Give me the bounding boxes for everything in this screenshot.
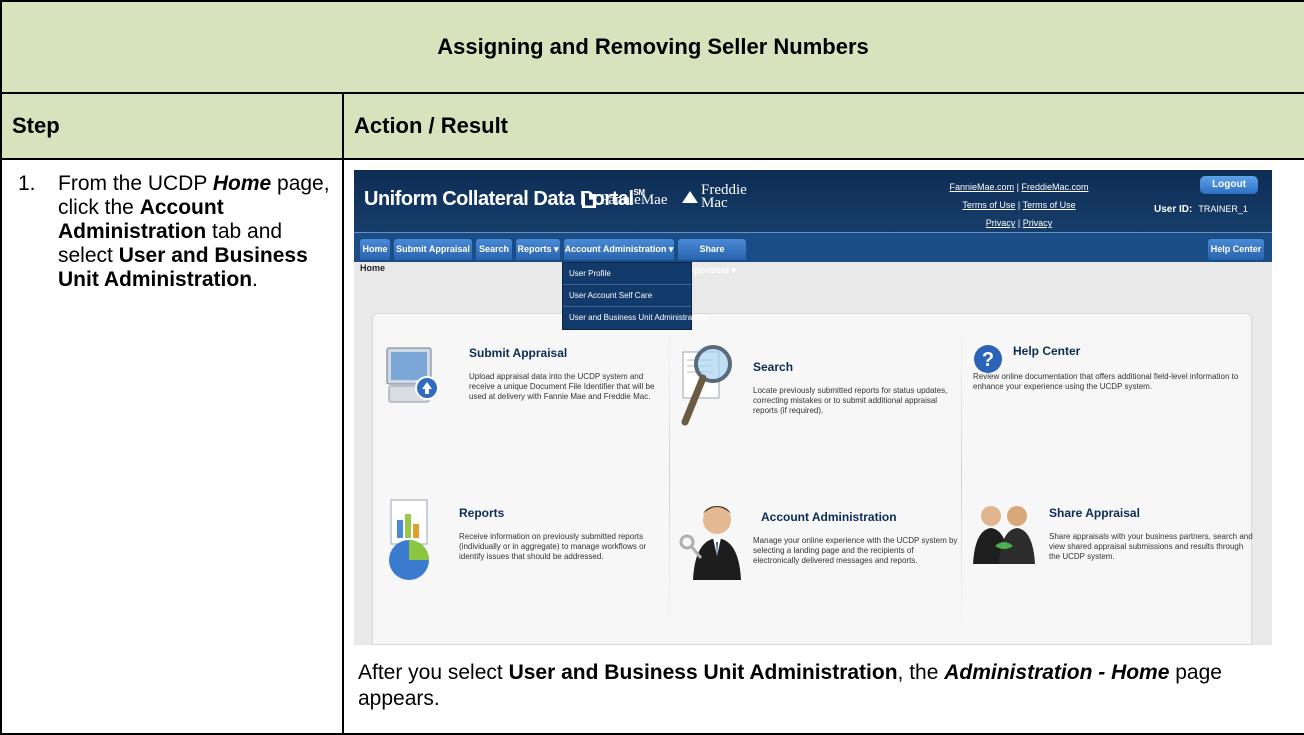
- menu-item-user-profile[interactable]: User Profile: [563, 263, 691, 285]
- card-submit-appraisal[interactable]: Submit Appraisal Upload appraisal data i…: [383, 342, 663, 422]
- step-cell: 1. From the UCDP Home page, click the Ac…: [0, 158, 344, 735]
- terms-link-freddie[interactable]: Terms of Use: [1023, 200, 1076, 210]
- tab-account-administration[interactable]: Account Administration ▾: [564, 239, 674, 260]
- step-instruction: From the UCDP Home page, click the Accou…: [58, 172, 330, 291]
- menu-item-user-account-self-care[interactable]: User Account Self Care: [563, 285, 691, 307]
- card-search[interactable]: Search Locate previously submitted repor…: [677, 342, 957, 432]
- card-help-center[interactable]: ? Help Center Review online documentatio…: [973, 342, 1253, 412]
- card-description: Share appraisals with your business part…: [1049, 532, 1253, 561]
- magnifying-glass-icon: [681, 345, 732, 426]
- tab-reports[interactable]: Reports ▾: [516, 239, 560, 260]
- tab-help-center[interactable]: Help Center: [1208, 239, 1264, 260]
- tab-submit-appraisal[interactable]: Submit Appraisal: [394, 239, 472, 260]
- card-title: Share Appraisal: [1049, 506, 1140, 520]
- card-description: Upload appraisal data into the UCDP syst…: [469, 372, 655, 401]
- action-cell: Uniform Collateral Data PortalSM ▙ Fannie…: [341, 158, 1304, 735]
- freddie-mac-logo: Freddie Mac: [682, 183, 747, 211]
- help-question-icon: ?: [974, 345, 1002, 373]
- terms-link-fannie[interactable]: Terms of Use: [962, 200, 1015, 210]
- fannie-mae-logo: ▙ FannieMae: [582, 192, 667, 209]
- menu-item-user-business-unit-admin[interactable]: User and Business Unit Administration: [563, 307, 705, 329]
- card-title: Reports: [459, 506, 505, 520]
- privacy-link-freddie[interactable]: Privacy: [1023, 218, 1053, 228]
- main-nav: Home Submit Appraisal Search Reports ▾ A…: [354, 232, 1272, 275]
- svg-text:?: ?: [982, 349, 994, 371]
- card-title: Account Administration: [761, 510, 897, 524]
- tab-home[interactable]: Home: [360, 239, 390, 260]
- portal-header: Uniform Collateral Data PortalSM ▙ Fannie…: [354, 170, 1272, 232]
- column-divider: [961, 324, 962, 634]
- people-sharing-icon: [973, 506, 1035, 564]
- card-account-administration[interactable]: Account Administration Manage your onlin…: [677, 498, 957, 588]
- card-title: Help Center: [1013, 344, 1081, 358]
- step-number: 1.: [18, 172, 36, 195]
- fannie-mae-mark-icon: ▙: [582, 193, 596, 208]
- ucdp-screenshot: Uniform Collateral Data PortalSM ▙ Fannie…: [354, 170, 1272, 645]
- result-description: After you select User and Business Unit …: [358, 661, 1222, 710]
- card-share-appraisal[interactable]: Share Appraisal Share appraisals with yo…: [969, 498, 1253, 588]
- instruction-table: Assigning and Removing Seller Numbers St…: [0, 0, 1304, 735]
- breadcrumb[interactable]: Home: [360, 263, 385, 273]
- account-administration-menu: User Profile User Account Self Care User…: [562, 262, 705, 330]
- privacy-link-fannie[interactable]: Privacy: [986, 218, 1016, 228]
- column-divider: [669, 324, 670, 634]
- card-description: Manage your online experience with the U…: [753, 536, 958, 565]
- freddie-mac-mark-icon: [682, 191, 698, 203]
- tab-share-appraisal[interactable]: Share Appraisal ▾: [678, 239, 746, 275]
- card-title: Search: [753, 360, 794, 374]
- administrator-person-icon: [679, 506, 741, 580]
- computer-upload-icon: [386, 347, 439, 403]
- action-column-header: Action / Result: [341, 92, 1304, 160]
- freddiemac-link[interactable]: FreddieMac.com: [1021, 182, 1088, 192]
- reports-chart-icon: [389, 499, 429, 580]
- header-links: FannieMae.com | FreddieMac.com Terms of …: [949, 182, 1089, 228]
- card-title: Submit Appraisal: [469, 346, 568, 360]
- card-reports[interactable]: Reports Receive information on previousl…: [383, 498, 663, 588]
- step-column-header: Step: [0, 92, 344, 160]
- card-description: Locate previously submitted reports for …: [753, 386, 948, 415]
- fanniemae-link[interactable]: FannieMae.com: [950, 182, 1015, 192]
- tab-search[interactable]: Search: [476, 239, 512, 260]
- card-description: Review online documentation that offers …: [973, 372, 1239, 391]
- logout-button[interactable]: Logout: [1200, 176, 1258, 194]
- document-title: Assigning and Removing Seller Numbers: [0, 0, 1304, 94]
- user-id: User ID: TRAINER_1: [1154, 204, 1248, 215]
- card-description: Receive information on previously submit…: [459, 532, 647, 561]
- home-content-panel: Submit Appraisal Upload appraisal data i…: [372, 313, 1253, 645]
